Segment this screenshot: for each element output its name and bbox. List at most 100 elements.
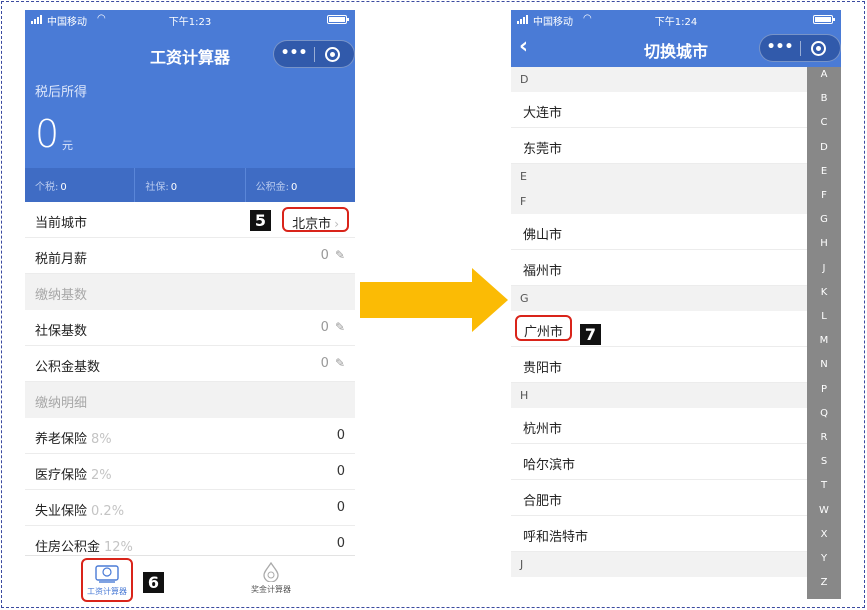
close-target-icon[interactable] [325,47,340,62]
status-time: 下午1:24 [654,17,698,28]
status-bar: 中国移动 ◠ 下午1:23 [25,10,355,30]
current-city-label: 当前城市 [35,216,88,231]
close-target-icon[interactable] [811,41,826,56]
city-item[interactable]: 合肥市 [511,480,807,516]
after-tax-income-label: 税后所得 [35,85,88,100]
index-letter-A[interactable]: A [807,69,841,80]
city-item-guangzhou[interactable]: 广州市 [511,311,807,347]
index-letter-X[interactable]: X [807,529,841,540]
letter-header-E: E [511,164,807,189]
index-letter-K[interactable]: K [807,287,841,298]
pencil-icon: ✎ [334,356,345,370]
index-letter-Q[interactable]: Q [807,408,841,419]
capsule-divider [314,47,315,62]
index-letter-P[interactable]: P [807,384,841,395]
pretax-salary-label: 税前月薪 [35,252,88,267]
income-unit: 元 [62,139,73,152]
index-letter-J[interactable]: J [807,263,841,274]
tab-salary-calculator[interactable]: 工资计算器 [81,558,133,602]
letter-header-D: D [511,67,807,92]
more-icon[interactable]: ••• [760,39,800,55]
battery-icon [327,15,349,24]
index-letter-Z[interactable]: Z [807,577,841,588]
status-bar: 中国移动 ◠ 下午1:24 [511,10,841,30]
current-city-selector[interactable]: 北京市 › [282,207,349,232]
income-tax-cell: 个税: 0 [25,168,136,202]
mini-program-capsule: ••• [759,34,841,62]
index-letter-S[interactable]: S [807,456,841,467]
medical-value: 0 [336,464,345,479]
index-letter-B[interactable]: B [807,93,841,104]
city-list: D 大连市 东莞市 E F 佛山市 福州市 G 广州市 贵阳市 H 杭州市 哈尔… [511,67,807,599]
index-letter-N[interactable]: N [807,359,841,370]
bonus-drop-icon [263,562,279,582]
step-badge-7: 7 [580,324,601,345]
social-insurance-cell: 社保: 0 [135,168,246,202]
battery-icon [813,15,835,24]
index-letter-F[interactable]: F [807,190,841,201]
tab-salary-label: 工资计算器 [87,587,127,596]
alphabet-index-bar[interactable]: A B C D E F G H J K L M N P Q R S T W X Y Z [807,67,841,599]
more-icon[interactable]: ••• [274,45,314,61]
city-item[interactable]: 福州市 [511,250,807,286]
city-item[interactable]: 呼和浩特市 [511,516,807,552]
after-tax-income-value: 0 [35,112,60,156]
city-item[interactable]: 哈尔滨市 [511,444,807,480]
index-letter-C[interactable]: C [807,117,841,128]
housing-fund-value: 0 [336,536,345,551]
step-badge-5: 5 [250,210,271,231]
fund-base-value[interactable]: 0 ✎ [321,356,345,371]
social-base-label: 社保基数 [35,324,88,339]
social-base-row[interactable]: 社保基数 0 ✎ [25,310,355,346]
chevron-right-icon: › [334,217,339,231]
city-item[interactable]: 大连市 [511,92,807,128]
index-letter-L[interactable]: L [807,311,841,322]
fund-base-label: 公积金基数 [35,360,101,375]
pretax-salary-value[interactable]: 0 ✎ [321,248,345,263]
index-letter-R[interactable]: R [807,432,841,443]
pension-value: 0 [336,428,345,443]
step-badge-6: 6 [143,572,164,593]
index-letter-W[interactable]: W [807,505,841,516]
mini-program-capsule: ••• [273,40,355,68]
index-letter-Y[interactable]: Y [807,553,841,564]
pretax-salary-row[interactable]: 税前月薪 0 ✎ [25,238,355,274]
salary-calculator-icon [95,565,119,583]
index-letter-G[interactable]: G [807,214,841,225]
pension-row: 养老保险 8% 0 [25,418,355,454]
medical-row: 医疗保险 2% 0 [25,454,355,490]
nav-bar: 工资计算器 ••• [25,30,355,77]
housing-fund-cell: 公积金: 0 [255,182,298,193]
social-base-value[interactable]: 0 ✎ [321,320,345,335]
letter-header-G: G [511,286,807,311]
unemployment-value: 0 [336,500,345,515]
city-item[interactable]: 贵阳市 [511,347,807,383]
index-letter-T[interactable]: T [807,480,841,491]
pencil-icon: ✎ [334,248,345,262]
index-letter-H[interactable]: H [807,238,841,249]
city-item[interactable]: 杭州市 [511,408,807,444]
pencil-icon: ✎ [334,320,345,334]
index-letter-M[interactable]: M [807,335,841,346]
switch-city-screen: 中国移动 ◠ 下午1:24 ‹ 切换城市 ••• D 大连市 东莞市 E F 佛… [511,10,841,599]
transition-arrow [360,268,508,332]
letter-header-J: J [511,552,807,577]
base-section-header: 缴纳基数 [25,274,355,310]
unemployment-row: 失业保险 0.2% 0 [25,490,355,526]
tab-bar: 工资计算器 奖金计算器 [25,555,355,603]
tab-bonus-label: 奖金计算器 [251,585,291,594]
capsule-divider [800,41,801,56]
city-item[interactable]: 东莞市 [511,128,807,164]
tab-bonus-calculator[interactable]: 奖金计算器 [245,558,297,602]
index-letter-E[interactable]: E [807,166,841,177]
city-item[interactable]: 佛山市 [511,214,807,250]
status-time: 下午1:23 [168,17,212,28]
salary-calculator-screen: 中国移动 ◠ 下午1:23 工资计算器 ••• 税后所得 0 元 个税: 0 社保… [25,10,355,603]
tax-summary-strip: 个税: 0 社保: 0 公积金: 0 [25,168,355,202]
letter-header-F: F [511,189,807,214]
current-city-row[interactable]: 当前城市 北京市 › [25,202,355,238]
nav-bar: ‹ 切换城市 ••• [511,30,841,67]
letter-header-H: H [511,383,807,408]
fund-base-row[interactable]: 公积金基数 0 ✎ [25,346,355,382]
index-letter-D[interactable]: D [807,142,841,153]
